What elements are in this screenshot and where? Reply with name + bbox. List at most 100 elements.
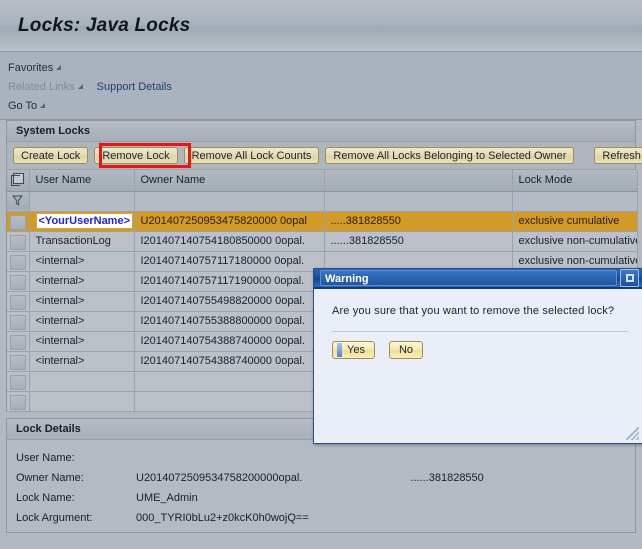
favorites-menu[interactable]: Favorites [8, 62, 53, 74]
nav-row-related: Related Links Support Details [8, 77, 642, 96]
row-select-handle[interactable] [9, 254, 26, 270]
cell-owner-name[interactable]: I201407140757117180000 0opal. [134, 251, 325, 272]
row-selector-cell[interactable] [7, 251, 30, 272]
filter-icon [11, 194, 24, 207]
row-selector-cell[interactable] [7, 331, 30, 352]
detail-value-lock-argument: 000_TYRI0bLu2+z0kcK0h0wojQ== [136, 511, 309, 524]
row-selector-cell[interactable] [7, 311, 30, 332]
column-header-owner-name[interactable]: Owner Name [134, 170, 325, 192]
column-header-user-name[interactable]: User Name [29, 170, 135, 192]
nav-row-favorites: Favorites [8, 58, 642, 77]
related-links-menu[interactable]: Related Links [8, 81, 75, 93]
row-select-handle[interactable] [9, 394, 26, 410]
filter-cell-lock-mode[interactable] [512, 191, 638, 212]
page-header: Locks: Java Locks [0, 0, 642, 52]
cell-owner-name[interactable]: I201407140754388740000 0opal. [134, 351, 325, 372]
chevron-down-icon [56, 65, 62, 70]
detail-value-lock-name: UME_Admin [136, 491, 198, 504]
row-select-handle[interactable] [9, 354, 26, 370]
detail-label-user-name: User Name: [16, 451, 75, 464]
row-select-handle[interactable] [9, 274, 26, 290]
row-select-handle[interactable] [9, 314, 26, 330]
filter-cell-owner-name[interactable] [134, 191, 325, 212]
table-row[interactable]: TransactionLog I201407140754180850000 0op… [7, 231, 638, 252]
chevron-down-icon [40, 103, 46, 108]
cell-lock-mode[interactable]: exclusive non-cumulative [512, 231, 638, 252]
cell-user-name[interactable] [29, 371, 135, 392]
detail-label-owner-name: Owner Name: [16, 471, 84, 484]
detail-value-owner-name: U2014072509534758200000opal. [136, 471, 303, 484]
cell-user-name[interactable]: TransactionLog [29, 231, 135, 252]
table-header-row: User Name Owner Name Lock Mode [7, 170, 638, 192]
cell-owner-name[interactable] [134, 371, 325, 392]
lock-details-body: User Name: Owner Name: U2014072509534758… [7, 440, 635, 532]
cell-user-name[interactable] [29, 391, 135, 412]
create-lock-button[interactable]: Create Lock [13, 147, 89, 164]
chevron-down-icon [77, 84, 83, 89]
row-select-handle[interactable] [9, 374, 26, 390]
row-selector-cell[interactable] [7, 271, 30, 292]
row-select-handle[interactable] [9, 334, 26, 350]
cell-owner-number[interactable]: .....381828550 [324, 211, 513, 232]
detail-row-owner-name: Owner Name: U2014072509534758200000opal.… [16, 468, 635, 488]
remove-all-locks-owner-button[interactable]: Remove All Locks Belonging to Selected O… [325, 147, 575, 164]
column-header-owner-number[interactable] [324, 170, 513, 192]
cell-user-name[interactable]: <internal> [29, 251, 135, 272]
multi-select-icon [11, 173, 25, 187]
remove-all-lock-counts-button[interactable]: Remove All Lock Counts [183, 147, 320, 164]
table-row[interactable]: <YourUserName> U201407250953475820000 0op… [7, 211, 638, 232]
system-locks-toolbar: Create Lock Remove Lock Remove All Lock … [7, 142, 642, 170]
cell-owner-number[interactable]: ......381828550 [324, 231, 513, 252]
cell-user-name[interactable]: <internal> [29, 291, 135, 312]
filter-cell-owner-number[interactable] [324, 191, 513, 212]
page-title: Locks: Java Locks [18, 14, 191, 36]
dialog-no-label: No [398, 344, 414, 356]
row-selector-cell[interactable] [7, 371, 30, 392]
cell-lock-mode[interactable]: exclusive cumulative [512, 211, 638, 232]
detail-value-owner-number: ......381828550 [410, 471, 484, 484]
cell-user-name[interactable]: <internal> [29, 331, 135, 352]
refresh-button[interactable]: Refresh [594, 147, 642, 164]
cell-owner-name[interactable]: U201407250953475820000 0opal [134, 211, 325, 232]
row-selector-cell[interactable] [7, 391, 30, 412]
detail-label-lock-argument: Lock Argument: [16, 511, 93, 524]
support-details-link[interactable]: Support Details [97, 81, 172, 93]
cell-user-name[interactable]: <internal> [29, 311, 135, 332]
cell-user-name[interactable]: <internal> [29, 351, 135, 372]
select-all-column-header[interactable] [7, 170, 30, 192]
dialog-resize-grip[interactable] [626, 427, 639, 440]
dialog-message: Are you sure that you want to remove the… [332, 305, 615, 317]
detail-row-lock-argument: Lock Argument: 000_TYRI0bLu2+z0kcK0h0woj… [16, 508, 635, 528]
detail-row-lock-name: Lock Name: UME_Admin [16, 488, 635, 508]
nav-band: Favorites Related Links Support Details … [0, 52, 642, 120]
go-to-menu[interactable]: Go To [8, 100, 37, 112]
row-selector-cell[interactable] [7, 291, 30, 312]
filter-toggle-cell[interactable] [7, 191, 30, 212]
cell-owner-name[interactable] [134, 391, 325, 412]
row-selector-cell[interactable] [7, 351, 30, 372]
row-select-handle[interactable] [9, 234, 26, 250]
row-selector-cell[interactable] [7, 231, 30, 252]
dialog-title-bar[interactable]: Warning [314, 269, 642, 289]
default-button-accent [337, 343, 342, 357]
detail-label-lock-name: Lock Name: [16, 491, 75, 504]
cell-owner-name[interactable]: I201407140754388740000 0opal. [134, 331, 325, 352]
cell-owner-name[interactable]: I201407140754180850000 0opal. [134, 231, 325, 252]
system-locks-title: System Locks [7, 121, 635, 142]
cell-user-name[interactable]: <YourUserName> [29, 211, 135, 232]
column-header-lock-mode[interactable]: Lock Mode [512, 170, 638, 192]
cell-user-name[interactable]: <internal> [29, 271, 135, 292]
remove-lock-button[interactable]: Remove Lock [94, 147, 178, 164]
cell-owner-name[interactable]: I201407140755388800000 0opal. [134, 311, 325, 332]
cell-owner-name[interactable]: I201407140757117190000 0opal. [134, 271, 325, 292]
dialog-title: Warning [320, 270, 617, 286]
dialog-no-button[interactable]: No [388, 341, 424, 359]
filter-cell-user-name[interactable] [29, 191, 135, 212]
row-selector-cell[interactable] [7, 211, 30, 232]
row-select-handle[interactable] [9, 214, 26, 230]
restore-icon[interactable] [620, 269, 639, 287]
dialog-yes-button[interactable]: Yes [332, 341, 375, 359]
cell-owner-name[interactable]: I201407140755498820000 0opal. [134, 291, 325, 312]
cell-user-name-text: <YourUserName> [35, 213, 133, 229]
row-select-handle[interactable] [9, 294, 26, 310]
